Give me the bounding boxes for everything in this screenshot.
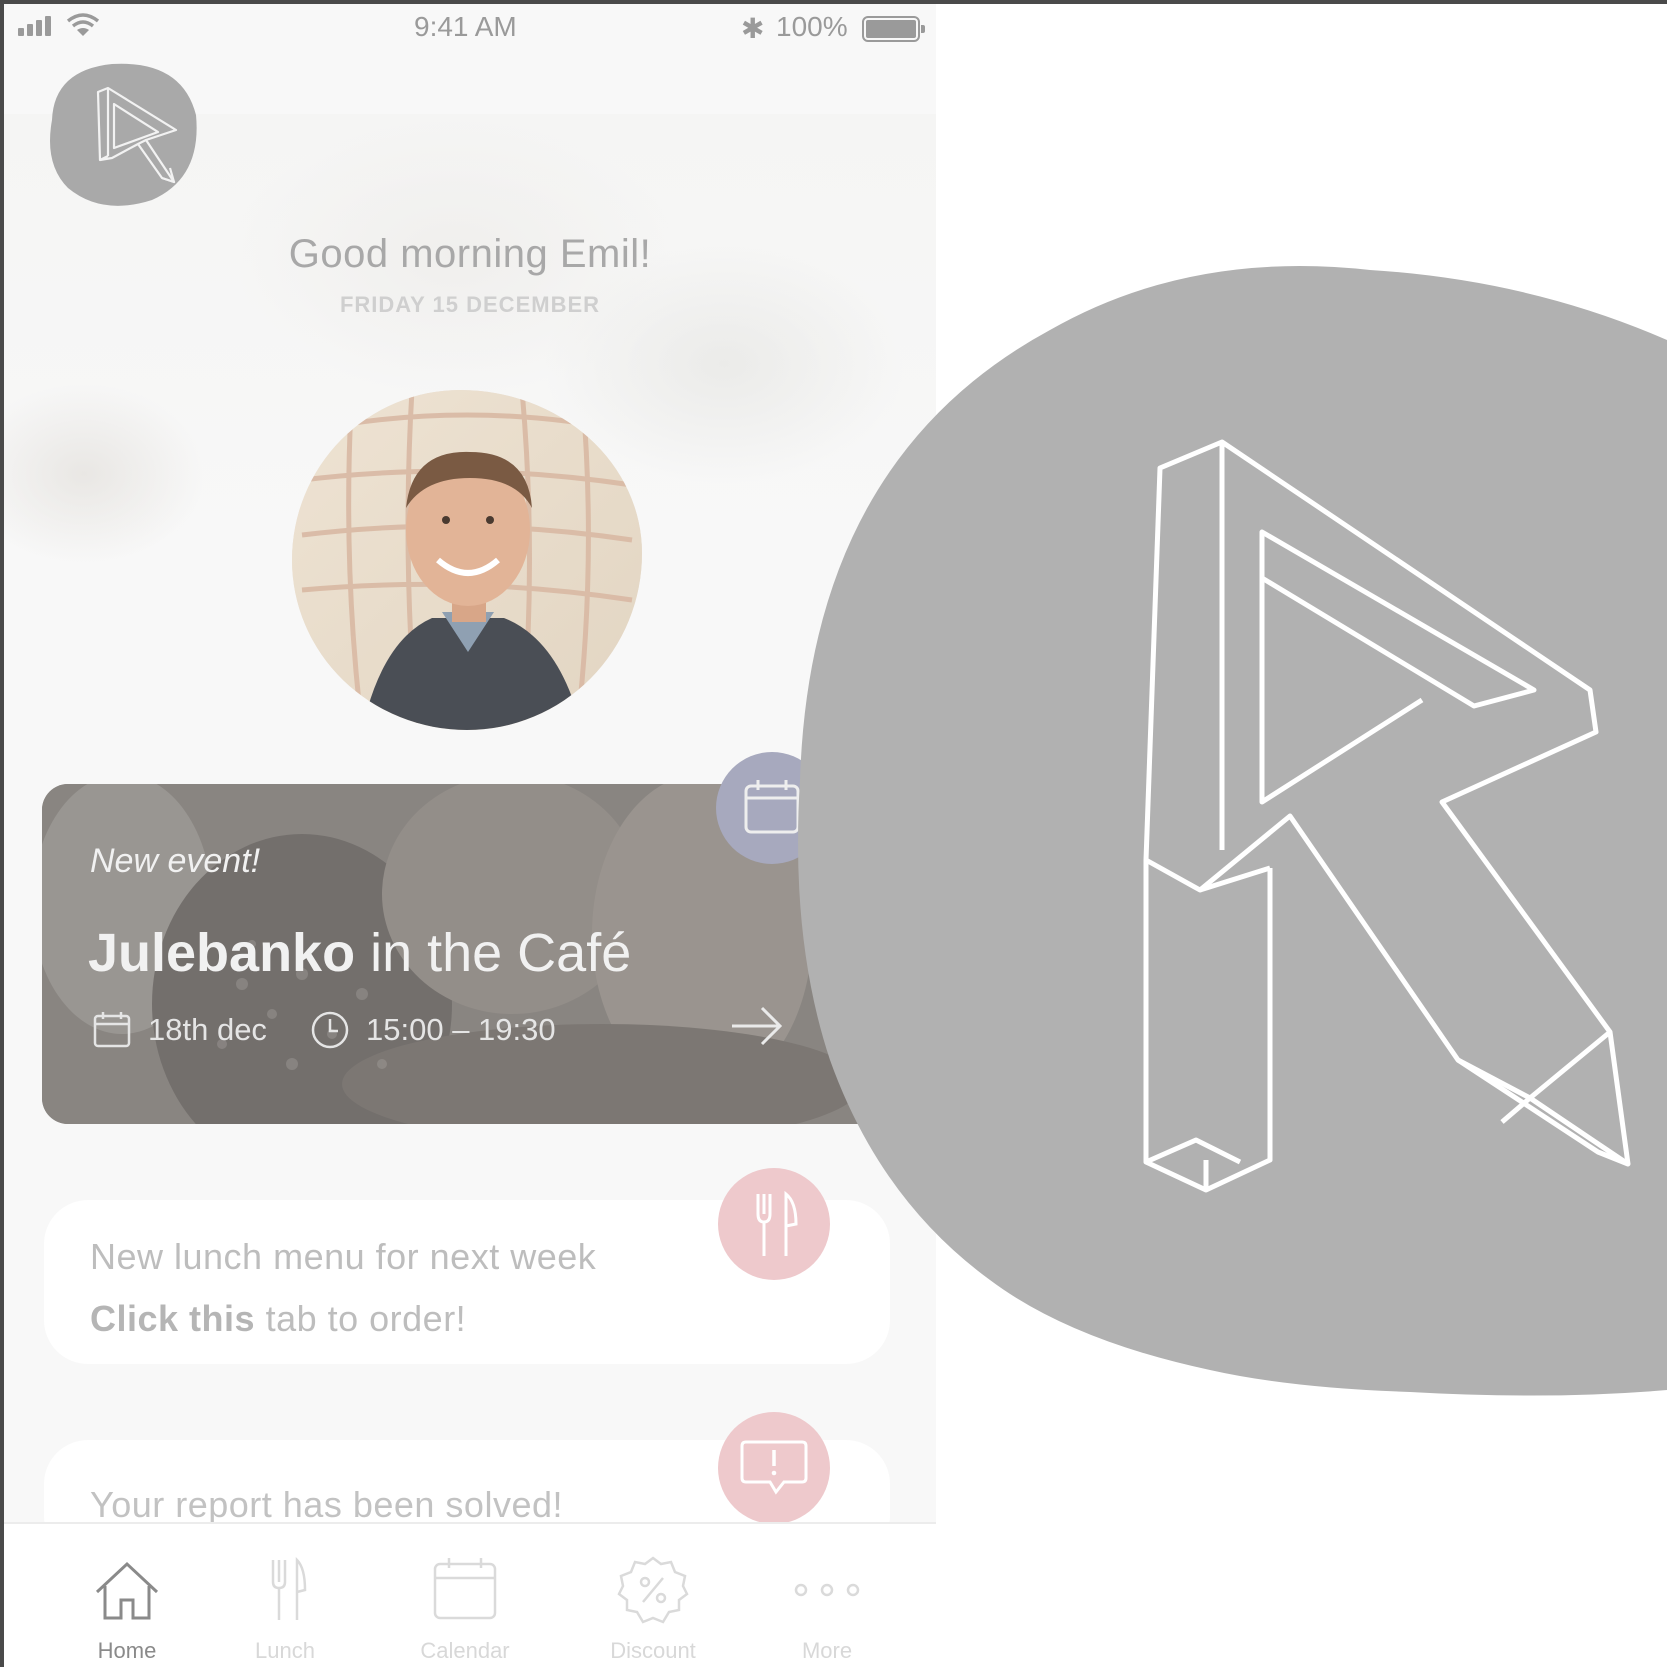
tab-label: Lunch — [255, 1638, 315, 1663]
report-button[interactable] — [718, 1412, 830, 1524]
report-card-text: Your report has been solved! — [90, 1484, 563, 1525]
wifi-icon — [66, 13, 100, 36]
tab-more[interactable]: More — [752, 1554, 902, 1664]
event-time-text: 15:00 – 19:30 — [366, 1012, 556, 1047]
event-date: 18th dec — [92, 1010, 267, 1050]
tab-calendar[interactable]: Calendar — [390, 1554, 540, 1664]
percent-icon — [617, 1556, 689, 1624]
clock-icon — [311, 1011, 349, 1049]
tab-label: Calendar — [420, 1638, 510, 1663]
calendar-icon — [93, 1012, 131, 1048]
tab-lunch[interactable]: Lunch — [210, 1554, 360, 1664]
battery-percent: 100% — [776, 11, 848, 42]
tab-home[interactable]: Home — [52, 1554, 202, 1664]
bottom-tab-bar: Home Lunch Calendar Discount More — [4, 1522, 936, 1667]
speech-bubble-alert-icon — [740, 1440, 808, 1495]
event-time: 15:00 – 19:30 — [310, 1010, 556, 1050]
more-dots-icon — [794, 1583, 860, 1597]
status-time: 9:41 AM — [414, 11, 517, 42]
enlarged-logo — [798, 266, 1667, 1396]
tab-discount[interactable]: Discount — [578, 1554, 728, 1664]
user-avatar[interactable] — [292, 390, 642, 730]
home-icon — [95, 1561, 159, 1620]
signal-icon — [18, 16, 51, 36]
tab-label: Discount — [610, 1638, 696, 1663]
bluetooth-icon: ✱ — [741, 13, 765, 44]
event-date-text: 18th dec — [148, 1012, 267, 1047]
cutlery-icon — [271, 1556, 307, 1620]
event-title: Julebanko in the Café — [88, 923, 632, 983]
lunch-card-text: New lunch menu for next week — [90, 1236, 597, 1277]
app-logo[interactable] — [42, 60, 200, 212]
tab-label: Home — [97, 1638, 157, 1663]
event-badge: New event! — [90, 842, 261, 880]
lunch-card-cta: Click this tab to order! — [90, 1298, 467, 1339]
battery-icon — [862, 16, 925, 42]
calendar-icon — [433, 1558, 497, 1620]
status-bar: 9:41 AM ✱ 100% — [4, 4, 936, 50]
tab-label: More — [801, 1638, 853, 1663]
